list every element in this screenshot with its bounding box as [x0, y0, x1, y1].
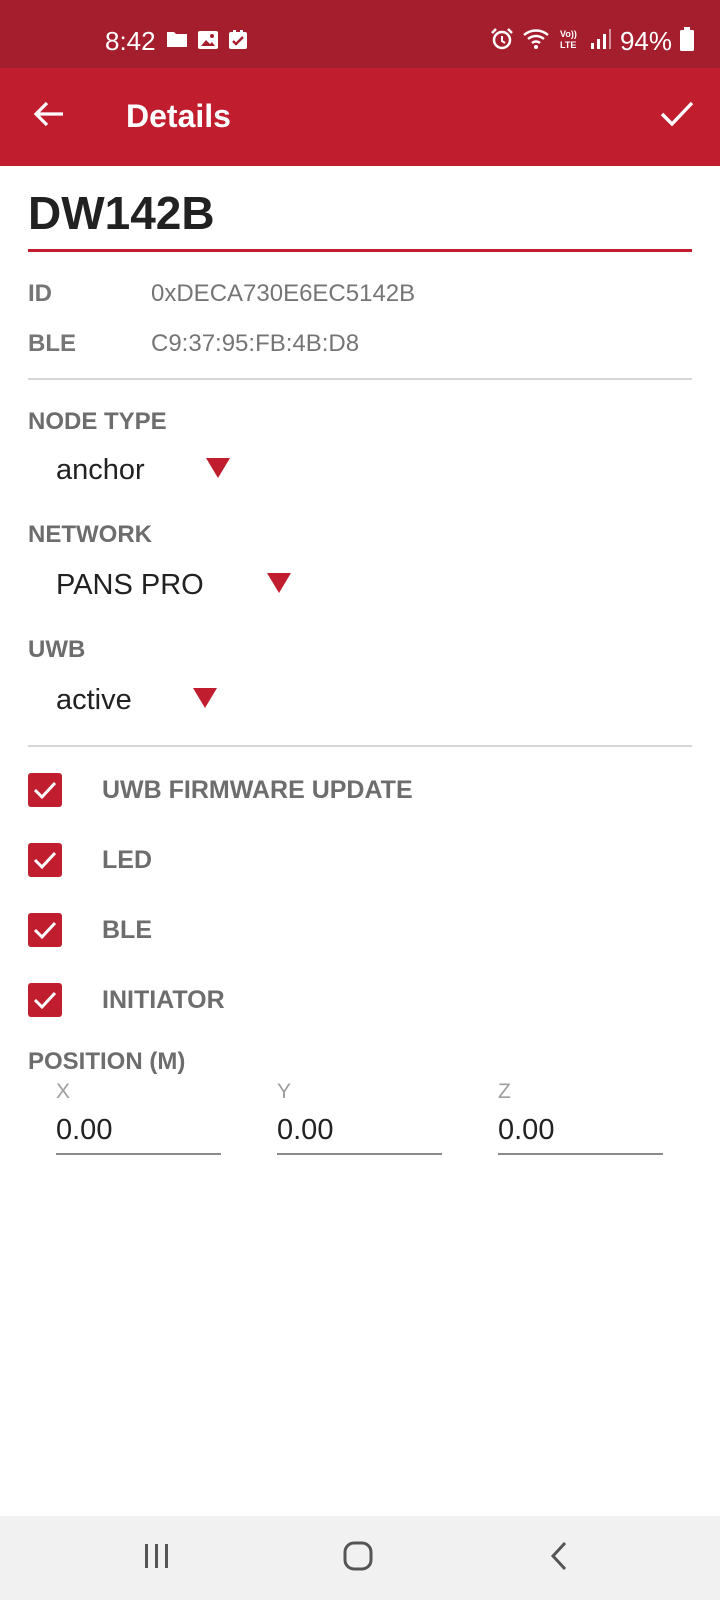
network-value: PANS PRO: [56, 569, 204, 601]
device-name-input[interactable]: [28, 186, 692, 240]
position-z-field: Z: [498, 1080, 663, 1155]
node-type-value: anchor: [56, 454, 145, 486]
checkbox-checked-icon: [28, 913, 62, 947]
position-x-input[interactable]: [56, 1114, 221, 1155]
recent-apps-icon: [142, 1542, 172, 1575]
image-icon: [197, 30, 219, 55]
ble-address-value: C9:37:95:FB:4B:D8: [151, 330, 360, 357]
uwb-label: UWB: [28, 636, 86, 663]
id-value: 0xDECA730E6EC5142B: [151, 280, 416, 307]
app-bar: Details: [0, 68, 720, 166]
uwb-firmware-update-label: UWB FIRMWARE UPDATE: [102, 775, 413, 804]
battery-percent: 94%: [619, 26, 672, 56]
arrow-left-icon: [33, 100, 65, 133]
page-title: Details: [126, 98, 231, 134]
device-name-field: [28, 186, 692, 252]
home-button[interactable]: [328, 1534, 388, 1582]
signal-icon: [590, 28, 612, 55]
home-icon: [343, 1541, 373, 1576]
initiator-label: INITIATOR: [102, 985, 225, 1014]
network-label: NETWORK: [28, 521, 152, 548]
uwb-value: active: [56, 684, 132, 716]
position-y-field: Y: [277, 1080, 442, 1155]
divider: [28, 378, 692, 380]
nav-back-button[interactable]: [529, 1534, 589, 1582]
status-time: 8:42: [105, 26, 156, 56]
dropdown-triangle-icon: [205, 454, 231, 487]
id-label: ID: [28, 280, 52, 307]
node-type-label: NODE TYPE: [28, 408, 167, 435]
confirm-button[interactable]: [654, 93, 700, 139]
status-notification-icons: [166, 30, 248, 55]
divider: [28, 745, 692, 747]
position-z-input[interactable]: [498, 1114, 663, 1155]
status-bar: 8:42 Vo)) LTE 94%: [0, 0, 720, 68]
dropdown-triangle-icon: [266, 569, 292, 602]
ble-checkbox[interactable]: BLE: [28, 913, 152, 947]
initiator-checkbox[interactable]: INITIATOR: [28, 983, 225, 1017]
system-nav-bar: [0, 1516, 720, 1600]
checkbox-checked-icon: [28, 843, 62, 877]
checkbox-checked-icon: [28, 983, 62, 1017]
dropdown-triangle-icon: [192, 684, 218, 717]
node-type-dropdown[interactable]: anchor: [56, 454, 231, 487]
battery-icon: [680, 27, 694, 56]
checkbox-icon: [228, 30, 248, 55]
position-y-input[interactable]: [277, 1114, 442, 1155]
back-button[interactable]: [26, 93, 72, 139]
network-dropdown[interactable]: PANS PRO: [56, 569, 292, 602]
status-system-icons: Vo)) LTE 94%: [490, 26, 694, 57]
led-label: LED: [102, 845, 152, 874]
check-icon: [660, 100, 694, 133]
uwb-dropdown[interactable]: active: [56, 684, 218, 717]
volte-icon: Vo)) LTE: [558, 27, 582, 56]
position-label: POSITION (M): [28, 1048, 186, 1075]
ble-label: BLE: [28, 330, 76, 357]
recent-apps-button[interactable]: [127, 1534, 187, 1582]
led-checkbox[interactable]: LED: [28, 843, 152, 877]
svg-text:Vo)): Vo)): [560, 29, 577, 39]
position-x-label: X: [56, 1080, 71, 1103]
position-z-label: Z: [498, 1080, 511, 1103]
ble-address-row: BLE C9:37:95:FB:4B:D8: [28, 330, 359, 358]
back-icon: [549, 1541, 569, 1576]
position-x-field: X: [56, 1080, 221, 1155]
id-row: ID 0xDECA730E6EC5142B: [28, 280, 415, 308]
wifi-icon: [522, 28, 550, 55]
alarm-icon: [490, 27, 514, 56]
ble-option-label: BLE: [102, 915, 152, 944]
folder-icon: [166, 30, 188, 55]
position-y-label: Y: [277, 1080, 292, 1103]
checkbox-checked-icon: [28, 773, 62, 807]
uwb-firmware-update-checkbox[interactable]: UWB FIRMWARE UPDATE: [28, 773, 413, 807]
svg-text:LTE: LTE: [560, 40, 576, 50]
